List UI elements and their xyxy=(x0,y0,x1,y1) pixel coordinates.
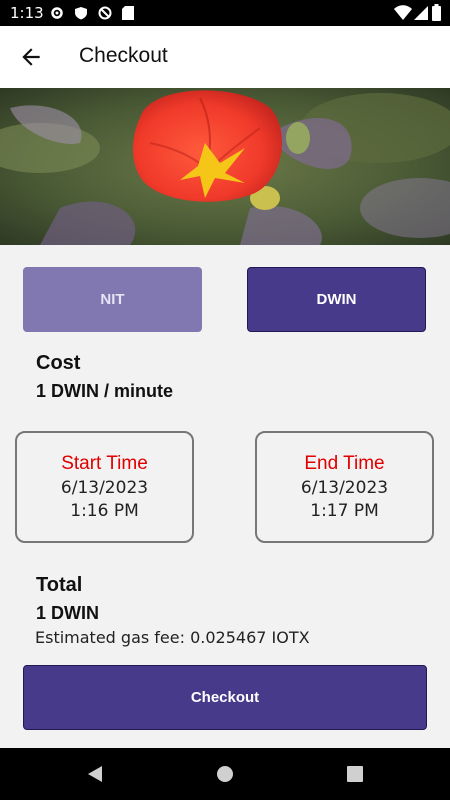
arrow-back-icon[interactable] xyxy=(18,44,44,70)
end-date: 6/13/2023 xyxy=(300,478,389,498)
blocked-icon xyxy=(98,6,112,20)
wifi-icon xyxy=(394,5,412,20)
recents-square-icon[interactable] xyxy=(345,764,365,784)
gear-icon xyxy=(51,7,63,19)
cost-heading: Cost xyxy=(36,352,81,374)
cost-value: 1 DWIN / minute xyxy=(36,381,174,401)
page-title: Checkout xyxy=(79,44,168,67)
start-time-card[interactable]: Start Time 6/13/2023 1:16 PM xyxy=(15,431,194,543)
flower-image xyxy=(0,88,450,245)
end-time-card[interactable]: End Time 6/13/2023 1:17 PM xyxy=(255,431,434,543)
checkout-button[interactable]: Checkout xyxy=(23,665,427,730)
dwin-toggle-button[interactable]: DWIN xyxy=(247,267,426,332)
navigation-bar xyxy=(0,748,450,800)
total-value: 1 DWIN xyxy=(36,603,99,623)
total-heading: Total xyxy=(36,574,83,596)
gas-fee-text: Estimated gas fee: 0.025467 IOTX xyxy=(35,628,310,647)
status-bar: 1:13 xyxy=(0,0,450,26)
status-time: 1:13 xyxy=(10,4,44,22)
shield-icon xyxy=(75,7,87,20)
nit-toggle-button[interactable]: NIT xyxy=(23,267,202,332)
signal-icon xyxy=(414,6,428,20)
back-triangle-icon[interactable] xyxy=(85,764,105,784)
start-date: 6/13/2023 xyxy=(60,478,149,498)
end-time-value: 1:17 PM xyxy=(310,501,379,521)
sd-card-icon xyxy=(122,6,134,20)
start-time-label: Start Time xyxy=(61,453,148,474)
battery-icon xyxy=(432,4,441,21)
start-time-value: 1:16 PM xyxy=(70,501,139,521)
home-circle-icon[interactable] xyxy=(215,764,235,784)
end-time-label: End Time xyxy=(304,453,385,474)
app-bar: Checkout xyxy=(0,26,450,88)
